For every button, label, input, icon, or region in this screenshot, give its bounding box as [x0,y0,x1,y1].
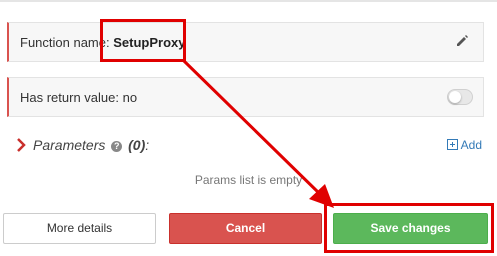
add-parameter-link[interactable]: Add [446,138,482,152]
add-parameter-label: Add [460,138,482,152]
plus-square-icon [446,139,458,150]
toggle-knob [449,91,461,103]
parameters-colon: : [145,137,150,153]
save-changes-button[interactable]: Save changes [333,213,488,244]
cancel-button[interactable]: Cancel [169,213,322,244]
return-value-label: Has return value: no [20,90,138,105]
params-empty-message: Params list is empty [194,173,303,187]
function-name-row[interactable]: Function name: SetupProxy [7,22,484,62]
function-name-label: Function name: [20,35,110,50]
chevron-right-icon[interactable] [16,138,26,152]
parameters-label: Parameters [33,137,106,153]
annotation-arrow-head [309,184,334,208]
pencil-icon[interactable] [455,34,469,48]
function-name-text: Function name: SetupProxy [20,35,185,50]
function-editor-panel: Function name: SetupProxy Has return val… [0,0,497,256]
parameters-header: Parameters ? (0): Add [14,136,484,156]
function-name-value[interactable]: SetupProxy [113,35,185,50]
top-divider [0,0,497,2]
parameters-title: Parameters ? (0): [33,137,149,153]
return-value-row: Has return value: no [7,77,484,117]
return-value-toggle[interactable] [447,89,473,105]
question-circle-icon[interactable]: ? [111,141,123,152]
parameters-count: (0) [128,137,146,153]
more-details-button[interactable]: More details [3,213,156,244]
